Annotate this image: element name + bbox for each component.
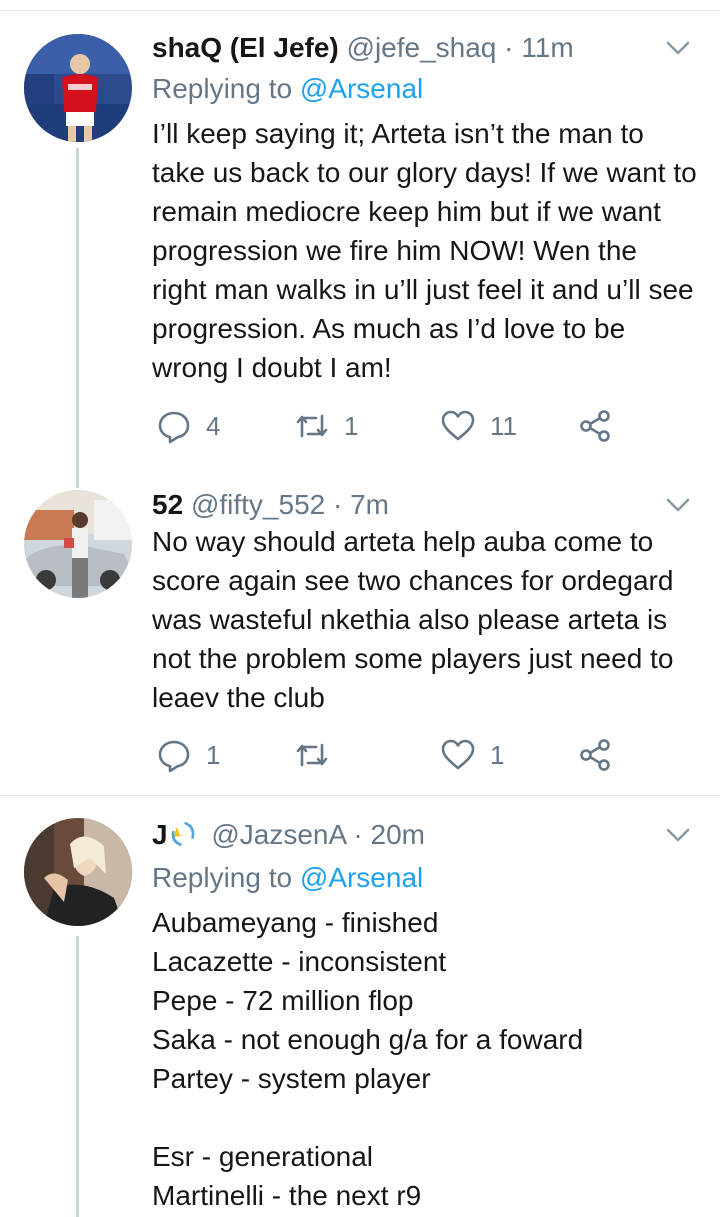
tweet-2[interactable]: 52 @fifty_552 · 7m No way should arteta …	[0, 470, 720, 795]
heart-icon	[441, 410, 475, 441]
handle[interactable]: @jefe_shaq	[347, 32, 497, 63]
separator: ·	[353, 819, 363, 850]
reply-count: 4	[206, 410, 221, 441]
share-button[interactable]	[578, 406, 628, 446]
share-icon	[580, 410, 610, 442]
mention-link[interactable]: @Arsenal	[300, 73, 423, 104]
chevron-down-icon[interactable]	[664, 491, 692, 519]
reply-icon	[158, 411, 190, 444]
separator: ·	[333, 489, 343, 520]
replying-prefix: Replying to	[152, 73, 293, 104]
replying-prefix: Replying to	[152, 862, 293, 893]
mention-link[interactable]: @Arsenal	[300, 862, 423, 893]
thread-line	[76, 148, 79, 470]
chevron-down-icon[interactable]	[664, 821, 692, 849]
display-name[interactable]: 52	[152, 489, 183, 520]
display-name[interactable]: shaQ (El Jefe)	[152, 32, 339, 63]
reply-button[interactable]: 1	[156, 735, 220, 775]
tweet-actions: 1 1	[152, 735, 712, 775]
like-button[interactable]: 1	[440, 735, 504, 775]
avatar[interactable]	[24, 818, 132, 926]
like-count: 1	[490, 739, 505, 770]
reply-icon	[158, 740, 190, 773]
share-icon	[580, 739, 610, 771]
retweet-button[interactable]	[294, 735, 344, 775]
tweet-text: No way should arteta help auba come to s…	[152, 526, 674, 713]
tweet-actions: 4 1 11	[152, 406, 712, 446]
like-count: 11	[490, 410, 517, 441]
display-name[interactable]: J	[152, 819, 168, 850]
handle[interactable]: @JazsenA	[211, 819, 345, 850]
retweet-icon	[296, 414, 328, 438]
replying-to: Replying to @Arsenal	[152, 861, 423, 895]
retweet-count: 1	[344, 410, 359, 441]
replying-to: Replying to @Arsenal	[152, 72, 423, 106]
tweet-header: 52 @fifty_552 · 7m	[152, 488, 660, 522]
like-button[interactable]: 11	[440, 406, 517, 446]
tweet-text: I’ll keep saying it; Arteta isn’t the ma…	[152, 118, 697, 383]
tweet-header: J @JazsenA · 20m	[152, 818, 660, 852]
tweet-text: Aubameyang - finished Lacazette - incons…	[152, 907, 584, 1211]
emoji-icon	[171, 821, 194, 846]
thread-line	[76, 936, 79, 1217]
timestamp[interactable]: 7m	[350, 489, 389, 520]
share-button[interactable]	[578, 735, 628, 775]
avatar[interactable]	[24, 490, 132, 598]
heart-icon	[441, 739, 475, 770]
timestamp[interactable]: 11m	[521, 32, 573, 63]
tweet-3[interactable]: J @JazsenA · 20m Replying to @Arsenal Au…	[0, 796, 720, 1217]
tweet-1[interactable]: shaQ (El Jefe) @jefe_shaq · 11m Replying…	[0, 0, 720, 470]
reply-button[interactable]: 4	[156, 406, 220, 446]
timestamp[interactable]: 20m	[371, 819, 425, 850]
handle[interactable]: @fifty_552	[191, 489, 325, 520]
reply-count: 1	[206, 739, 221, 770]
separator: ·	[504, 32, 514, 63]
thread-line	[76, 470, 79, 488]
retweet-icon	[296, 743, 328, 767]
chevron-down-icon[interactable]	[664, 34, 692, 62]
avatar[interactable]	[24, 34, 132, 142]
retweet-button[interactable]: 1	[294, 406, 358, 446]
tweet-header: shaQ (El Jefe) @jefe_shaq · 11m	[152, 31, 660, 65]
